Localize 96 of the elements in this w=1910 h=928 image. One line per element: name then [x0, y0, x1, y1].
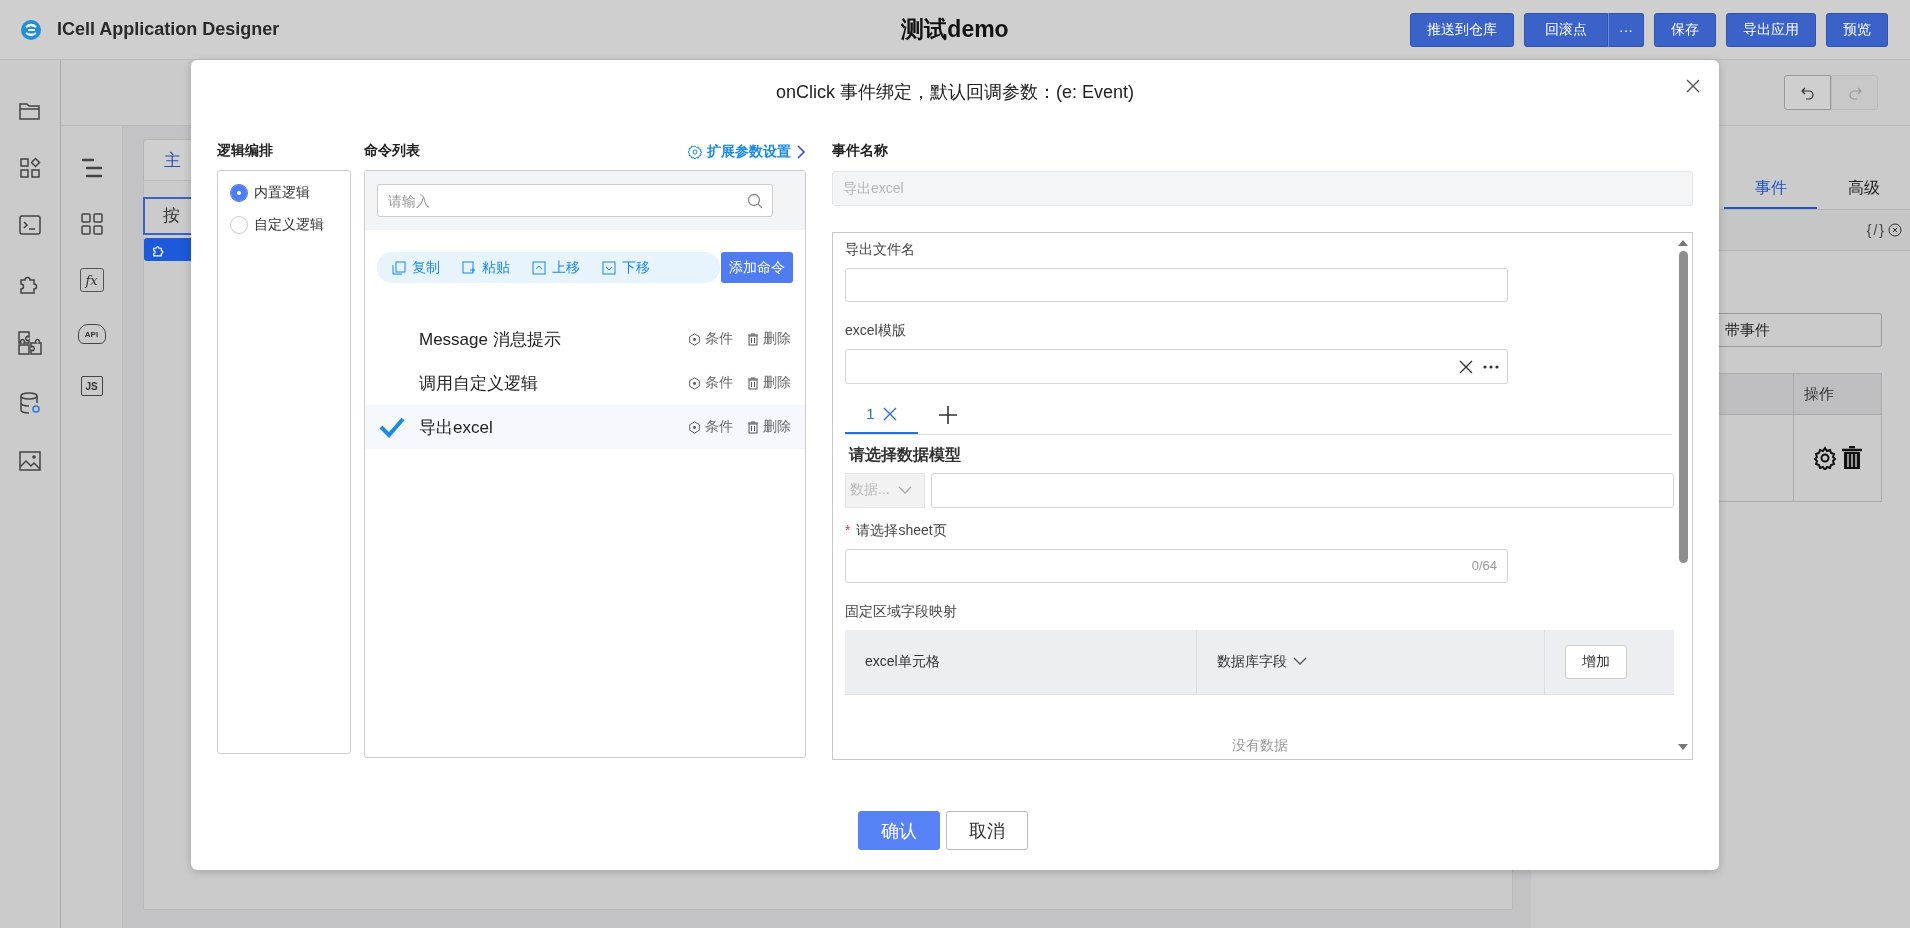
- database-icon[interactable]: [18, 391, 42, 415]
- empty-text: 没有数据: [1231, 737, 1288, 755]
- logo-icon: [20, 18, 42, 41]
- character-counter: 0/64: [1471, 558, 1497, 574]
- command-name: 调用自定义逻辑: [419, 372, 539, 395]
- trash-icon[interactable]: [1840, 446, 1863, 470]
- condition-link[interactable]: 条件: [688, 330, 733, 348]
- toolbar-button[interactable]: 保存: [1654, 12, 1716, 47]
- puzzle-frame-icon[interactable]: [17, 330, 43, 356]
- trash-icon: [747, 420, 759, 434]
- chevron-down-icon: [1293, 657, 1307, 667]
- toolbar-button[interactable]: 导出应用: [1726, 12, 1816, 47]
- delete-link[interactable]: 删除: [747, 330, 791, 348]
- grid-icon[interactable]: [79, 212, 104, 236]
- copy-icon: [392, 260, 406, 275]
- column-header[interactable]: 数据库字段: [1197, 630, 1545, 694]
- settings-link[interactable]: 扩展参数设置: [688, 142, 806, 161]
- undo-button[interactable]: [1784, 75, 1831, 110]
- condition-link[interactable]: 条件: [688, 418, 733, 436]
- required-mark: *: [845, 521, 851, 540]
- search-field[interactable]: 请输入: [377, 184, 773, 217]
- clear-icon[interactable]: [1459, 359, 1473, 374]
- move-up-icon: [532, 260, 546, 275]
- app-name: ICell Application Designer: [57, 19, 280, 40]
- check-icon: [379, 416, 405, 438]
- field-label: 请选择sheet页: [856, 521, 947, 540]
- hexagon-icon: [688, 376, 701, 390]
- close-icon[interactable]: [1685, 78, 1701, 94]
- document-title: 测试demo: [901, 15, 1009, 44]
- toolbar-button[interactable]: 回滚点: [1524, 12, 1608, 47]
- trash-icon: [747, 332, 759, 346]
- settings-icon: [688, 144, 702, 159]
- toolbar-action[interactable]: 上移: [532, 258, 580, 277]
- settings-icon[interactable]: [1812, 446, 1837, 470]
- folder-icon[interactable]: [18, 100, 42, 122]
- panel-tab[interactable]: 高级: [1817, 168, 1910, 209]
- move-down-icon: [602, 260, 616, 275]
- scroll-down-icon[interactable]: [1677, 743, 1689, 751]
- cancel-button[interactable]: 取消: [945, 811, 1028, 850]
- terminal-icon[interactable]: [18, 214, 42, 236]
- more-button[interactable]: ···: [1608, 12, 1644, 47]
- undo-icon: [1800, 85, 1815, 100]
- trash-icon: [747, 376, 759, 390]
- field-label: excel模版: [845, 322, 906, 341]
- chevron-down-icon: [897, 485, 912, 495]
- scroll-up-icon[interactable]: [1677, 239, 1689, 247]
- field-label: 固定区域字段映射: [845, 603, 957, 621]
- radio-option[interactable]: 自定义逻辑: [230, 216, 324, 234]
- more-icon[interactable]: [1483, 364, 1499, 369]
- paste-icon: [462, 260, 476, 275]
- command-item[interactable]: 导出excel 条件 删除: [365, 405, 805, 449]
- file-name-field[interactable]: [845, 268, 1508, 303]
- command-name: Message 消息提示: [419, 328, 562, 351]
- clear-icon[interactable]: [1888, 223, 1902, 237]
- toolbar-button[interactable]: 推送到仓库: [1410, 12, 1514, 47]
- search-icon[interactable]: [747, 193, 763, 209]
- toolbar-button[interactable]: 预览: [1826, 12, 1888, 47]
- sheet-tab[interactable]: 1: [845, 395, 918, 434]
- command-item[interactable]: 调用自定义逻辑 条件 删除: [365, 361, 805, 405]
- command-item[interactable]: Message 消息提示 条件 删除: [365, 317, 805, 361]
- condition-link[interactable]: 条件: [688, 374, 733, 392]
- redo-icon: [1847, 85, 1862, 100]
- toolbar-action[interactable]: 下移: [602, 258, 650, 277]
- radio-option[interactable]: 内置逻辑: [230, 184, 310, 202]
- chevron-right-icon: [796, 143, 806, 160]
- add-button[interactable]: 增加: [1565, 645, 1627, 679]
- hexagon-icon: [688, 332, 701, 346]
- delete-link[interactable]: 删除: [747, 374, 791, 392]
- toolbar-action[interactable]: 复制: [392, 258, 440, 277]
- image-icon[interactable]: [18, 450, 42, 472]
- formula-icon[interactable]: fx: [79, 268, 104, 292]
- cloud-api-icon[interactable]: API: [77, 324, 106, 344]
- section-title: 请选择数据模型: [849, 444, 961, 465]
- field-label: 导出文件名: [845, 241, 915, 259]
- add-command-button[interactable]: 添加命令: [721, 252, 793, 283]
- add-icon[interactable]: [938, 404, 958, 425]
- model-field[interactable]: [931, 472, 1674, 508]
- section-label: 逻辑编排: [217, 142, 274, 160]
- sheet-field[interactable]: 0/64: [845, 548, 1508, 583]
- section-label: 命令列表: [364, 142, 420, 160]
- delete-link[interactable]: 删除: [747, 418, 791, 436]
- hexagon-icon: [688, 420, 701, 434]
- scrollbar-thumb[interactable]: [1678, 251, 1688, 563]
- command-name: 导出excel: [419, 416, 494, 439]
- column-header: excel单元格: [845, 630, 1197, 694]
- dialog-title: onClick 事件绑定，默认回调参数：(e: Event): [775, 81, 1135, 104]
- section-label: 事件名称: [832, 142, 889, 160]
- close-icon[interactable]: [882, 406, 897, 421]
- widgets-icon[interactable]: [19, 157, 41, 179]
- table-header: 操作: [1803, 384, 1835, 404]
- confirm-button[interactable]: 确认: [857, 811, 940, 850]
- code-label[interactable]: {/}: [1866, 222, 1886, 238]
- template-field[interactable]: [845, 349, 1508, 384]
- outline-icon[interactable]: [79, 156, 104, 180]
- js-icon[interactable]: JS: [80, 376, 103, 396]
- toolbar-action[interactable]: 粘贴: [462, 258, 510, 277]
